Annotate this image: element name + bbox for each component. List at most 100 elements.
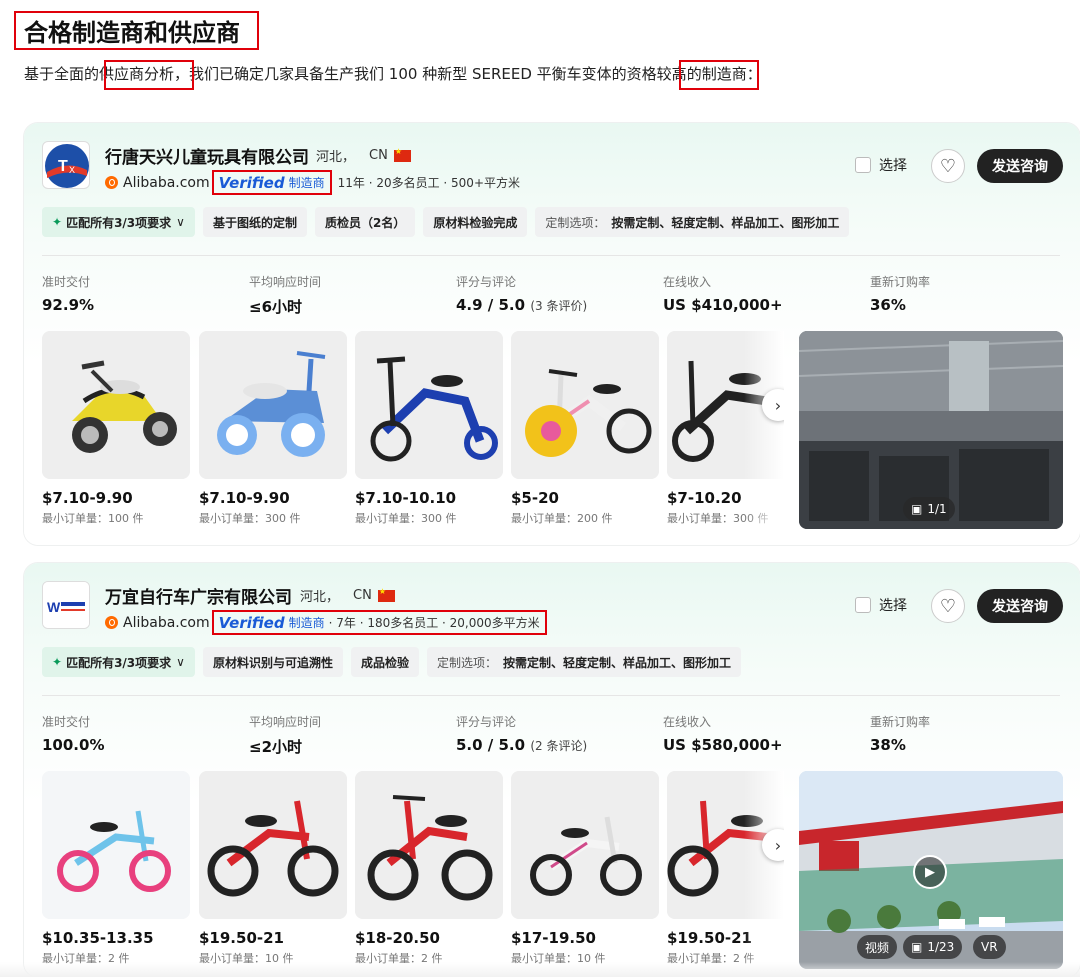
send-inquiry-button[interactable]: 发送咨询 xyxy=(977,149,1063,183)
image-icon: ▣ xyxy=(911,940,923,954)
product-image[interactable] xyxy=(355,771,503,919)
product-moq: 最小订单量：200 件 xyxy=(511,512,613,525)
stat-rating: 评分与评论 4.9 / 5.0 (3 条评价) xyxy=(456,273,663,317)
stat-label: 评分与评论 xyxy=(456,275,517,289)
photo-count: 1/23 xyxy=(927,940,955,954)
product-card[interactable]: $7.10-10.10 最小订单量：300 件 xyxy=(355,331,503,526)
stat-value: ≤6小时 xyxy=(249,298,303,316)
stat-label: 准时交付 xyxy=(42,275,91,289)
supplier-card: T X 行唐天兴儿童玩具有限公司 河北， CN Alibaba.com Veri… xyxy=(24,123,1080,545)
verified-word: Verified xyxy=(218,173,285,192)
verified-word: Verified xyxy=(218,613,285,632)
product-price: $18-20.50 xyxy=(355,929,440,947)
supplier-card: W 万宜自行车广宗有限公司 河北， CN Alibaba.com Verifie… xyxy=(24,563,1080,977)
product-card[interactable]: $17-19.50 最小订单量：10 件 xyxy=(511,771,659,966)
stats-row: 准时交付 100.0% 平均响应时间 ≤2小时 评分与评论 5.0 / 5.0 … xyxy=(42,713,1077,757)
customization-value: 按需定制、轻度定制、样品加工、图形加工 xyxy=(611,215,840,230)
heart-icon: ♡ xyxy=(939,155,957,177)
stat-response: 平均响应时间 ≤6小时 xyxy=(249,273,456,317)
factory-photo[interactable]: ▣ 1/1 xyxy=(799,331,1063,529)
review-count[interactable]: (3 条评价) xyxy=(530,299,587,313)
capability-tag: 原材料检验完成 xyxy=(423,207,528,237)
alibaba-verified-row: Alibaba.com Verified 制造商 11年 · 20多名员工 · … xyxy=(105,170,520,195)
supplier-logo[interactable]: T X xyxy=(42,141,90,189)
china-flag-icon xyxy=(377,587,395,602)
alibaba-label: Alibaba.com xyxy=(123,614,210,631)
photo-count: 1/1 xyxy=(927,502,947,516)
product-image[interactable] xyxy=(42,771,190,919)
photo-count-badge[interactable]: ▣ 1/23 xyxy=(903,935,963,959)
product-image[interactable] xyxy=(355,331,503,479)
product-card[interactable]: $10.35-13.35 最小订单量：2 件 xyxy=(42,771,190,966)
product-moq: 最小订单量：300 件 xyxy=(199,512,301,525)
svg-text:X: X xyxy=(69,165,75,175)
tag-row: ✦ 匹配所有3/3项要求 ∨ 原材料识别与可追溯性 成品检验 定制选项： 按需定… xyxy=(42,647,742,677)
capability-tag: 成品检验 xyxy=(350,647,419,677)
product-price: $5-20 xyxy=(511,489,559,507)
product-carousel: $10.35-13.35 最小订单量：2 件 $19.50-21 最小订单量：1… xyxy=(42,771,784,971)
product-carousel: $7.10-9.90 最小订单量：100 件 $7.10-9.90 最小订单量：… xyxy=(42,331,784,531)
stat-label: 平均响应时间 xyxy=(249,715,322,729)
review-count[interactable]: (2 条评论) xyxy=(530,739,587,753)
svg-text:W: W xyxy=(47,599,61,615)
product-price: $7.10-10.10 xyxy=(355,489,457,507)
carousel-fade xyxy=(744,771,784,971)
supplier-name[interactable]: 万宜自行车广宗有限公司 xyxy=(105,583,292,608)
product-image[interactable] xyxy=(511,771,659,919)
favorite-button[interactable]: ♡ xyxy=(931,589,965,623)
product-image[interactable] xyxy=(199,771,347,919)
stats-row: 准时交付 92.9% 平均响应时间 ≤6小时 评分与评论 4.9 / 5.0 (… xyxy=(42,273,1077,317)
select-control[interactable]: 选择 xyxy=(855,155,907,175)
image-icon: ▣ xyxy=(911,502,923,516)
customization-label: 定制选项： xyxy=(436,655,497,670)
product-card[interactable]: $7.10-9.90 最小订单量：300 件 xyxy=(199,331,347,526)
page-title-text: 合格制造商和供应商 xyxy=(24,19,240,47)
divider xyxy=(42,695,1060,696)
verified-manufacturer-badge[interactable]: Verified 制造商 · 7年 · 180多名员工 · 20,000多平方米 xyxy=(211,610,547,635)
play-button[interactable]: ▶ xyxy=(913,855,947,889)
stat-reorder: 重新订购率 38% xyxy=(870,713,1077,757)
stat-revenue: 在线收入 US $580,000+ xyxy=(663,713,870,757)
vr-badge[interactable]: VR xyxy=(973,935,1006,959)
customization-label: 定制选项： xyxy=(545,215,606,230)
capability-tag: 原材料识别与可追溯性 xyxy=(202,647,343,677)
factory-video[interactable]: ▶ 视频 ▣ 1/23 VR xyxy=(799,771,1063,969)
capability-tag: 基于图纸的定制 xyxy=(202,207,307,237)
stat-reorder: 重新订购率 36% xyxy=(870,273,1077,317)
product-card[interactable]: $7.10-9.90 最小订单量：100 件 xyxy=(42,331,190,526)
supplier-logo[interactable]: W xyxy=(42,581,90,629)
verified-manufacturer-badge[interactable]: Verified 制造商 xyxy=(211,170,332,195)
stat-on-time: 准时交付 100.0% xyxy=(42,713,249,757)
supplier-location: 河北， CN xyxy=(316,146,411,165)
select-label: 选择 xyxy=(879,158,907,174)
select-control[interactable]: 选择 xyxy=(855,595,907,615)
photo-count-badge[interactable]: ▣ 1/1 xyxy=(903,497,955,521)
supplier-name[interactable]: 行唐天兴儿童玩具有限公司 xyxy=(105,143,309,168)
send-inquiry-button[interactable]: 发送咨询 xyxy=(977,589,1063,623)
carousel-fade xyxy=(744,331,784,531)
stat-value: 5.0 / 5.0 (2 条评论) xyxy=(456,736,663,754)
china-flag-icon xyxy=(393,147,411,162)
select-checkbox[interactable] xyxy=(855,597,871,613)
requirements-match-tag[interactable]: ✦ 匹配所有3/3项要求 ∨ xyxy=(42,207,195,237)
intro-part: ，我们已确定几家具备生产我们 100 种新型 SEREED 平衡车变体的 xyxy=(174,65,627,83)
stat-label: 重新订购率 xyxy=(870,715,931,729)
video-badge[interactable]: 视频 xyxy=(857,935,898,959)
product-card[interactable]: $5-20 最小订单量：200 件 xyxy=(511,331,659,526)
product-card[interactable]: $18-20.50 最小订单量：2 件 xyxy=(355,771,503,966)
stat-label: 重新订购率 xyxy=(870,275,931,289)
product-card[interactable]: $19.50-21 最小订单量：10 件 xyxy=(199,771,347,966)
chevron-down-icon: ∨ xyxy=(176,655,185,669)
stat-label: 在线收入 xyxy=(663,715,712,729)
product-image[interactable] xyxy=(199,331,347,479)
supplier-meta: 11年 · 20多名员工 · 500+平方米 xyxy=(337,176,520,190)
product-price: $19.50-21 xyxy=(199,929,284,947)
product-image[interactable] xyxy=(42,331,190,479)
customization-value: 按需定制、轻度定制、样品加工、图形加工 xyxy=(503,655,732,670)
alibaba-label: Alibaba.com xyxy=(123,174,210,191)
favorite-button[interactable]: ♡ xyxy=(931,149,965,183)
requirements-match-tag[interactable]: ✦ 匹配所有3/3项要求 ∨ xyxy=(42,647,195,677)
select-checkbox[interactable] xyxy=(855,157,871,173)
product-moq: 最小订单量：300 件 xyxy=(355,512,457,525)
product-image[interactable] xyxy=(511,331,659,479)
